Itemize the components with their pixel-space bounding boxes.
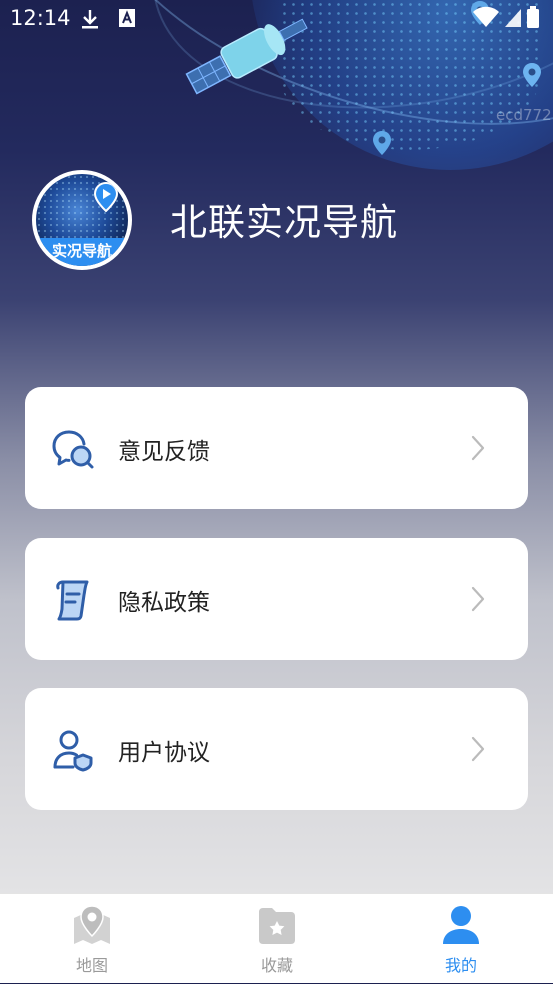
menu-item-privacy-policy[interactable]: 隐私政策	[25, 538, 528, 660]
map-pin-icon	[74, 905, 110, 944]
document-icon	[56, 580, 89, 621]
tab-label: 收藏	[260, 956, 293, 975]
menu-item-user-agreement[interactable]: 用户协议	[25, 688, 528, 810]
avatar-label: 实况导航	[51, 242, 112, 260]
user-shield-icon	[53, 730, 93, 772]
bottom-nav: 地图 收藏 我的	[0, 893, 553, 983]
tab-label: 我的	[444, 956, 477, 975]
wifi-icon	[473, 6, 499, 27]
navigation-pin-icon	[94, 182, 118, 212]
menu-item-feedback[interactable]: 意见反馈	[25, 387, 528, 509]
chevron-right-icon	[471, 586, 485, 612]
app-title: 北联实况导航	[170, 201, 398, 244]
map-pin-icon	[523, 63, 541, 87]
watermark-text: ecd772	[496, 106, 552, 124]
avatar-label-band: 实况导航	[36, 238, 128, 266]
person-icon	[443, 906, 479, 944]
map-pin-icon	[373, 131, 391, 155]
avatar[interactable]: 实况导航	[32, 170, 132, 270]
tab-mine[interactable]: 我的	[401, 894, 521, 984]
signal-icon	[505, 9, 521, 27]
menu-item-label: 意见反馈	[118, 439, 210, 465]
feedback-chat-icon	[52, 430, 94, 469]
tab-favorites[interactable]: 收藏	[217, 894, 337, 984]
battery-icon	[527, 6, 539, 28]
status-bar: 12:14	[0, 0, 553, 38]
tab-map[interactable]: 地图	[32, 894, 152, 984]
chevron-right-icon	[471, 736, 485, 762]
tab-label: 地图	[75, 956, 108, 975]
download-icon	[82, 10, 98, 29]
status-time: 12:14	[10, 6, 71, 30]
chevron-right-icon	[471, 435, 485, 461]
folder-star-icon	[259, 908, 295, 944]
menu-item-label: 用户协议	[118, 740, 210, 766]
menu-item-label: 隐私政策	[118, 590, 210, 616]
app-notification-icon	[119, 9, 135, 27]
offscreen-tab-edge	[546, 908, 553, 948]
